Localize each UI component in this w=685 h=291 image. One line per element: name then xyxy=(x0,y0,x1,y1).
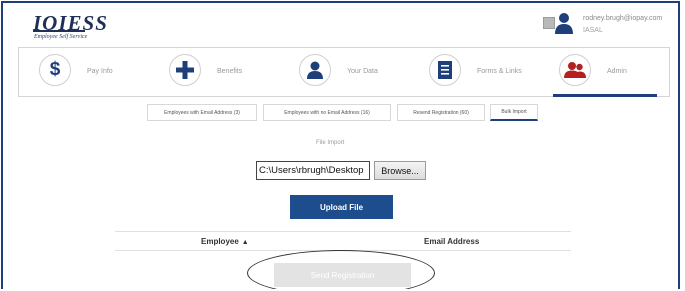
nav-label: Admin xyxy=(607,68,627,75)
nav-item-your-data[interactable]: Your Data xyxy=(279,48,409,96)
active-nav-indicator xyxy=(553,94,657,97)
group-icon xyxy=(559,54,591,86)
nav-item-benefits[interactable]: Benefits xyxy=(149,48,279,96)
logo-underline xyxy=(33,30,85,32)
user-org: IASAL xyxy=(583,27,603,34)
nav-item-forms-links[interactable]: Forms & Links xyxy=(409,48,539,96)
app-window: IOIESS Employee Self Service rodney.brug… xyxy=(1,1,680,289)
subtab-employees-with-email[interactable]: Employees with Email Address (3) xyxy=(147,104,257,121)
file-picker: Browse... xyxy=(256,160,426,181)
table-header: Employee ▲ Email Address xyxy=(115,231,571,251)
notification-icon[interactable] xyxy=(543,17,555,29)
person-icon xyxy=(299,54,331,86)
nav-label: Pay Info xyxy=(87,68,113,75)
sort-ascending-icon: ▲ xyxy=(241,239,249,246)
column-header-employee[interactable]: Employee ▲ xyxy=(201,237,249,246)
column-header-email-address[interactable]: Email Address xyxy=(424,237,479,246)
column-label: Employee xyxy=(201,237,239,246)
logo[interactable]: IOIESS Employee Self Service xyxy=(33,13,108,41)
file-path-input[interactable] xyxy=(256,161,370,180)
nav-item-admin[interactable]: Admin xyxy=(539,48,669,97)
subtab-employees-no-email[interactable]: Employees with no Email Address (16) xyxy=(263,104,391,121)
send-registration-button[interactable]: Send Registration xyxy=(274,263,411,287)
file-import-label: File Import xyxy=(316,140,345,146)
nav-label: Your Data xyxy=(347,68,378,75)
nav-label: Benefits xyxy=(217,68,243,75)
user-email: rodney.brugh@iopay.com xyxy=(583,15,663,22)
dollar-icon: $ xyxy=(39,54,71,86)
browse-button[interactable]: Browse... xyxy=(374,161,426,180)
subtab-bulk-import[interactable]: Bulk Import xyxy=(490,104,538,121)
nav-item-pay-info[interactable]: $ Pay Info xyxy=(19,48,149,96)
upload-file-button[interactable]: Upload File xyxy=(290,195,393,219)
plus-icon xyxy=(169,54,201,86)
nav-label: Forms & Links xyxy=(477,68,522,75)
document-icon xyxy=(429,54,461,86)
subtab-resend-registration[interactable]: Resend Registration (60) xyxy=(397,104,485,121)
user-avatar-icon[interactable] xyxy=(555,12,573,34)
main-nav: $ Pay Info Benefits Your Data Forms & Li… xyxy=(18,47,670,97)
